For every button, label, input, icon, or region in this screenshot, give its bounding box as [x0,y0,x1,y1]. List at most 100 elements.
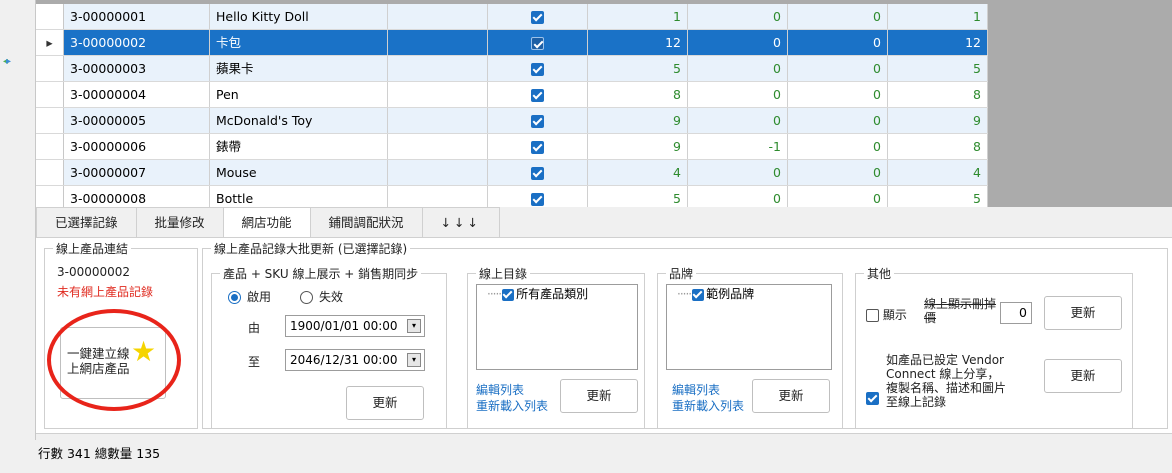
catalog-update-button[interactable]: 更新 [560,379,638,413]
row-qty-cell[interactable]: 5 [888,186,988,207]
row-name-cell[interactable]: 錶帶 [210,134,388,159]
row-blank-cell[interactable] [388,134,488,159]
row-qty-cell[interactable]: 0 [788,160,888,185]
row-checkbox[interactable] [531,89,544,102]
row-checkbox[interactable] [531,37,544,50]
table-row[interactable]: 3-00000004 Pen 8 0 0 8 [36,82,988,108]
brand-edit-link[interactable]: 編輯列表 [672,381,720,398]
catalog-checkbox[interactable] [502,288,515,301]
row-indicator[interactable] [36,4,64,29]
row-code-cell[interactable]: 3-00000007 [64,160,210,185]
row-qty-cell[interactable]: 0 [688,4,788,29]
row-code-cell[interactable]: 3-00000004 [64,82,210,107]
to-date-picker[interactable]: 2046/12/31 00:00 ▾ [285,349,425,371]
row-qty-cell[interactable]: 4 [588,160,688,185]
row-qty-cell[interactable]: 0 [788,108,888,133]
vendor-checkbox[interactable] [866,392,879,405]
catalog-tree[interactable]: ····· 所有產品類別 [476,284,638,370]
brand-checkbox[interactable] [692,288,705,301]
row-blank-cell[interactable] [388,186,488,207]
row-qty-cell[interactable]: 5 [888,56,988,81]
brand-update-button[interactable]: 更新 [752,379,830,413]
calendar-icon[interactable]: ▾ [407,319,421,333]
row-checkbox[interactable] [531,63,544,76]
row-checkbox-cell[interactable] [488,82,588,107]
row-name-cell[interactable]: Hello Kitty Doll [210,4,388,29]
table-row[interactable]: 3-00000001 Hello Kitty Doll 1 0 0 1 [36,4,988,30]
row-indicator[interactable] [36,108,64,133]
calendar-icon[interactable]: ▾ [407,353,421,367]
table-row[interactable]: 3-00000008 Bottle 5 0 0 5 [36,186,988,207]
row-indicator[interactable] [36,186,64,207]
row-qty-cell[interactable]: 0 [688,30,788,55]
table-row[interactable]: 3-00000006 錶帶 9 -1 0 8 [36,134,988,160]
tab-0[interactable]: 已選擇記錄 [36,207,137,237]
row-qty-cell[interactable]: 12 [588,30,688,55]
row-qty-cell[interactable]: 5 [588,56,688,81]
catalog-tree-item[interactable]: ····· 所有產品類別 [487,287,588,301]
row-name-cell[interactable]: Pen [210,82,388,107]
row-name-cell[interactable]: 卡包 [210,30,388,55]
row-checkbox[interactable] [531,193,544,206]
row-qty-cell[interactable]: 0 [788,56,888,81]
row-indicator[interactable] [36,160,64,185]
show-checkbox-row[interactable]: 顯示 [866,306,907,323]
row-qty-cell[interactable]: 1 [888,4,988,29]
brand-tree-item[interactable]: ····· 範例品牌 [677,287,754,301]
row-code-cell[interactable]: 3-00000006 [64,134,210,159]
row-name-cell[interactable]: Mouse [210,160,388,185]
row-blank-cell[interactable] [388,108,488,133]
row-checkbox-cell[interactable] [488,30,588,55]
row-name-cell[interactable]: 蘋果卡 [210,56,388,81]
row-name-cell[interactable]: McDonald's Toy [210,108,388,133]
table-row[interactable]: 3-00000003 蘋果卡 5 0 0 5 [36,56,988,82]
row-checkbox[interactable] [531,115,544,128]
enabled-radio[interactable]: 啟用 [228,288,271,305]
row-pointer-icon[interactable]: ▸ [36,30,64,55]
row-qty-cell[interactable]: 0 [688,186,788,207]
show-checkbox[interactable] [866,309,879,322]
row-qty-cell[interactable]: 9 [588,134,688,159]
row-blank-cell[interactable] [388,4,488,29]
row-indicator[interactable] [36,56,64,81]
catalog-reload-link[interactable]: 重新載入列表 [476,397,548,414]
row-qty-cell[interactable]: 0 [788,82,888,107]
row-code-cell[interactable]: 3-00000002 [64,30,210,55]
row-qty-cell[interactable]: 0 [788,30,888,55]
row-qty-cell[interactable]: 9 [588,108,688,133]
row-checkbox-cell[interactable] [488,4,588,29]
row-code-cell[interactable]: 3-00000005 [64,108,210,133]
row-blank-cell[interactable] [388,160,488,185]
row-qty-cell[interactable]: 0 [788,4,888,29]
row-checkbox[interactable] [531,167,544,180]
row-qty-cell[interactable]: 8 [588,82,688,107]
tab-3[interactable]: 鋪間調配狀況 [309,207,423,237]
row-qty-cell[interactable]: 0 [788,134,888,159]
tab-2[interactable]: 網店功能 [222,207,311,238]
row-code-cell[interactable]: 3-00000003 [64,56,210,81]
disabled-radio[interactable]: 失效 [300,288,343,305]
row-qty-cell[interactable]: 0 [688,56,788,81]
row-qty-cell[interactable]: 5 [588,186,688,207]
row-qty-cell[interactable]: 0 [688,160,788,185]
sync-update-button[interactable]: 更新 [346,386,424,420]
row-qty-cell[interactable]: 4 [888,160,988,185]
row-qty-cell[interactable]: 9 [888,108,988,133]
tab-1[interactable]: 批量修改 [135,207,224,237]
row-checkbox-cell[interactable] [488,160,588,185]
row-qty-cell[interactable]: 8 [888,82,988,107]
table-row[interactable]: ▸ 3-00000002 卡包 12 0 0 12 [36,30,988,56]
vendor-update-button[interactable]: 更新 [1044,359,1122,393]
row-checkbox-cell[interactable] [488,134,588,159]
swap-arrows-icon[interactable]: ◂▸ [3,56,11,67]
row-qty-cell[interactable]: 0 [688,108,788,133]
catalog-edit-link[interactable]: 編輯列表 [476,381,524,398]
tab-4[interactable]: ↓↓↓ [421,207,500,237]
row-qty-cell[interactable]: 1 [588,4,688,29]
row-qty-cell[interactable]: 0 [688,82,788,107]
row-indicator[interactable] [36,134,64,159]
row-checkbox-cell[interactable] [488,108,588,133]
brand-reload-link[interactable]: 重新載入列表 [672,397,744,414]
row-qty-cell[interactable]: 0 [788,186,888,207]
brand-tree[interactable]: ····· 範例品牌 [666,284,832,370]
